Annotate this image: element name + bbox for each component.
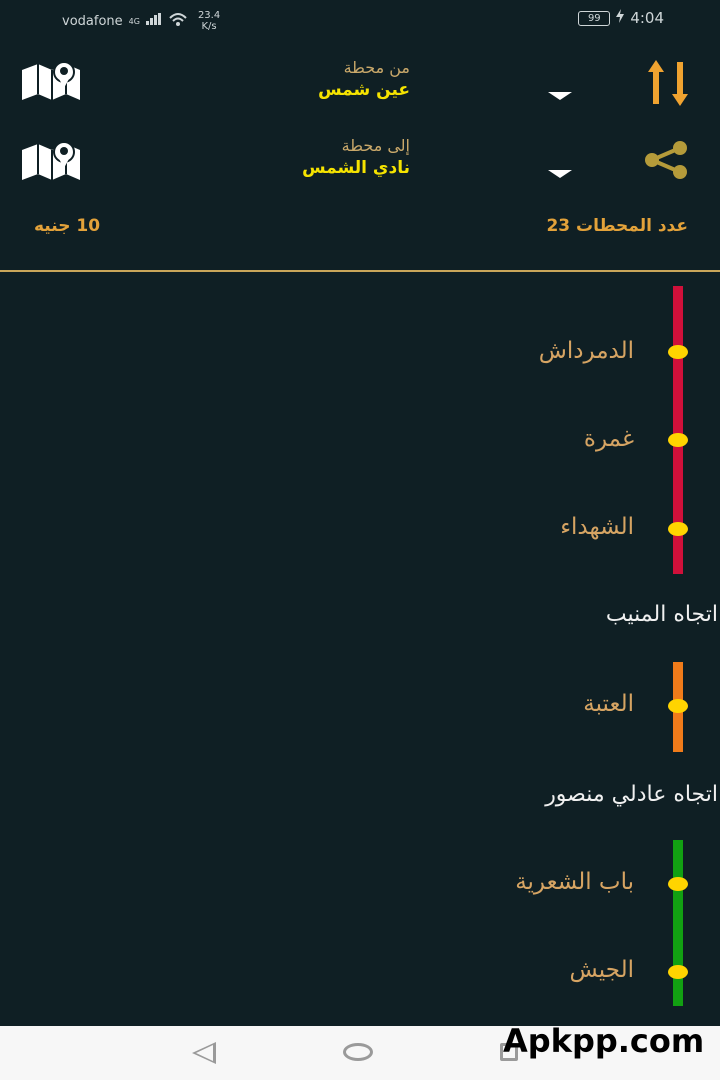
stations-count: عدد المحطات 23: [546, 216, 688, 236]
carrier-name: vodafone: [62, 13, 123, 29]
signal-icon: [145, 13, 162, 29]
status-left: vodafone 4G 23.4 K/s: [62, 10, 220, 32]
stop-dot: [668, 345, 688, 359]
stop-name[interactable]: باب الشعرية: [515, 869, 634, 895]
map-pin-icon[interactable]: [20, 140, 82, 184]
network-type: 4G: [128, 16, 140, 26]
stop-name[interactable]: غمرة: [584, 426, 634, 452]
stop-dot: [668, 522, 688, 536]
clock: 4:04: [630, 9, 664, 27]
status-right: 99 4:04: [578, 9, 664, 27]
charging-icon: [616, 9, 625, 27]
stop-name[interactable]: الدمرداش: [539, 338, 634, 364]
back-icon[interactable]: [192, 1042, 216, 1064]
dropdown-arrow-icon[interactable]: [548, 170, 572, 178]
network-speed: 23.4 K/s: [198, 10, 220, 32]
dropdown-arrow-icon[interactable]: [548, 92, 572, 100]
stop-dot: [668, 965, 688, 979]
metro-route-screen: vodafone 4G 23.4 K/s 99 4:04 من محطة عين…: [0, 0, 720, 1080]
from-value: عين شمس: [318, 80, 410, 100]
swap-vertical-icon[interactable]: [642, 58, 694, 108]
share-icon[interactable]: [640, 140, 690, 180]
map-pin-icon[interactable]: [20, 60, 82, 104]
to-caption: إلى محطة: [341, 136, 410, 155]
stop-dot: [668, 877, 688, 891]
direction-label: اتجاه عادلي منصور: [545, 782, 718, 807]
stop-name[interactable]: الجيش: [569, 957, 634, 983]
battery-icon: 99: [578, 10, 611, 26]
route-line-green: [673, 840, 683, 1006]
wifi-icon: [168, 12, 188, 30]
to-station[interactable]: إلى محطة نادي الشمس: [302, 136, 410, 180]
fare-amount: 10 جنيه: [34, 216, 101, 236]
speed-unit: K/s: [201, 21, 217, 32]
stop-name[interactable]: الشهداء: [560, 514, 634, 540]
from-station[interactable]: من محطة عين شمس: [318, 58, 410, 102]
stop-dot: [668, 699, 688, 713]
watermark: Apkpp.com: [503, 1022, 705, 1060]
direction-label: اتجاه المنيب: [605, 602, 718, 627]
stop-dot: [668, 433, 688, 447]
from-caption: من محطة: [343, 58, 410, 77]
status-bar: vodafone 4G 23.4 K/s 99 4:04: [0, 0, 720, 38]
to-value: نادي الشمس: [302, 158, 410, 178]
speed-value: 23.4: [197, 10, 221, 21]
divider: [0, 270, 720, 272]
home-icon[interactable]: [343, 1043, 373, 1061]
stop-name[interactable]: العتبة: [583, 691, 634, 717]
